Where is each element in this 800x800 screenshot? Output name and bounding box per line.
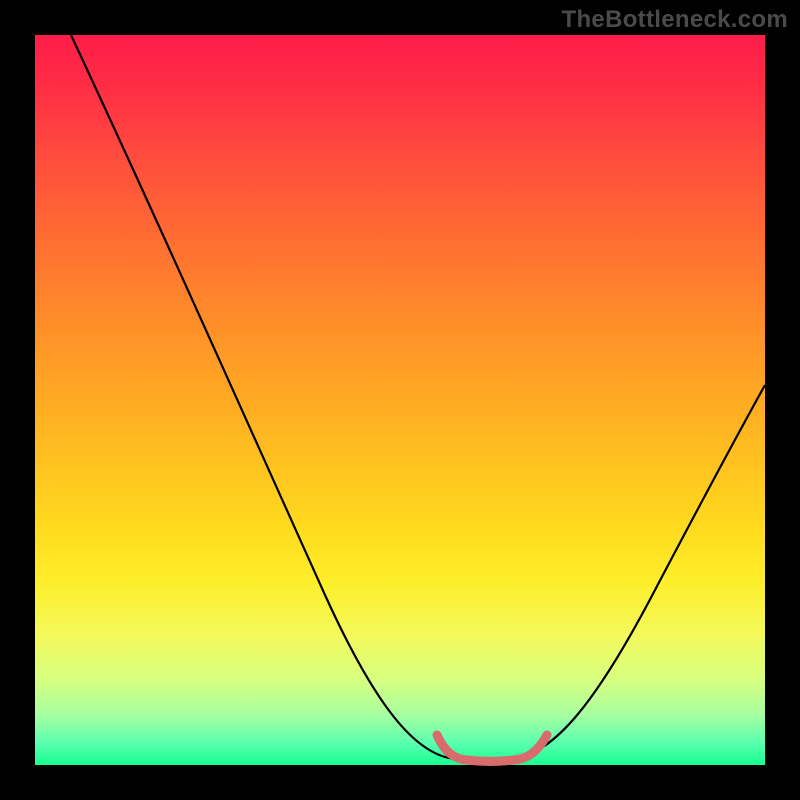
bottleneck-curve [71, 35, 765, 761]
optimal-band-marker [437, 735, 547, 762]
chart-frame: TheBottleneck.com [0, 0, 800, 800]
watermark-label: TheBottleneck.com [562, 6, 788, 34]
curve-layer [35, 35, 765, 765]
plot-area [35, 35, 765, 765]
